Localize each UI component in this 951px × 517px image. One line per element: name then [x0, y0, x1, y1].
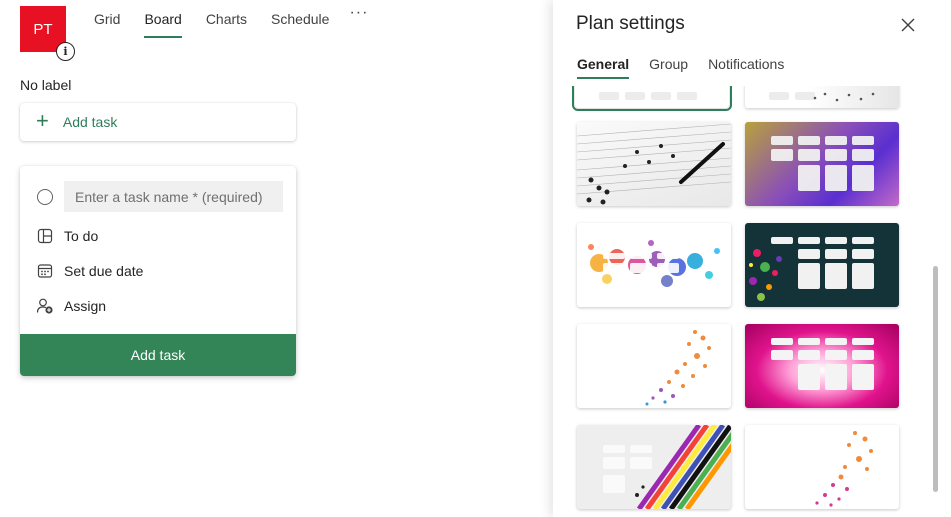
assign-label: Assign [64, 298, 107, 314]
submit-task-button[interactable]: Add task [20, 334, 296, 376]
background-magenta-glow[interactable] [745, 324, 899, 408]
bucket-icon [36, 227, 54, 245]
background-pink-orange-dots[interactable] [745, 425, 899, 509]
background-gallery[interactable] [553, 86, 939, 517]
due-date-label: Set due date [64, 263, 144, 279]
close-icon[interactable] [898, 15, 918, 35]
background-rainbow-splash[interactable] [577, 223, 731, 307]
panel-title: Plan settings [576, 13, 685, 34]
tab-notifications[interactable]: Notifications [708, 56, 784, 76]
bucket-selector[interactable]: To do [36, 227, 98, 245]
background-orange-dots[interactable] [577, 324, 731, 408]
tab-charts[interactable]: Charts [206, 11, 247, 38]
task-name-input[interactable] [64, 181, 283, 212]
calendar-icon [36, 262, 54, 280]
new-task-form: To do Set due date Assign Add task [20, 166, 296, 376]
person-add-icon [36, 297, 54, 315]
background-music-sheet[interactable] [577, 122, 731, 206]
add-task-label: Add task [62, 114, 118, 130]
board-area: PT i Grid Board Charts Schedule ··· No l… [0, 0, 553, 517]
tab-group[interactable]: Group [649, 56, 688, 76]
background-purple-gold[interactable] [745, 122, 899, 206]
avatar-initials: PT [33, 20, 53, 38]
plan-settings-panel: Plan settings General Group Notification… [553, 0, 951, 517]
info-icon[interactable]: i [56, 42, 75, 61]
due-date-button[interactable]: Set due date [36, 262, 143, 280]
gallery-scrollbar[interactable] [933, 266, 938, 492]
settings-tabs: General Group Notifications [577, 56, 804, 79]
view-tabs: Grid Board Charts Schedule ··· [94, 4, 368, 38]
tab-schedule[interactable]: Schedule [271, 11, 329, 38]
plus-icon: + [36, 107, 49, 133]
background-plain[interactable] [572, 86, 732, 111]
add-task-button[interactable]: + Add task [20, 103, 296, 141]
more-options-icon[interactable]: ··· [349, 4, 368, 22]
background-rainbow-stripes[interactable] [577, 425, 731, 509]
bucket-title[interactable]: No label [20, 77, 71, 93]
bucket-label: To do [64, 228, 99, 244]
assign-button[interactable]: Assign [36, 297, 106, 315]
complete-task-radio[interactable] [37, 189, 53, 205]
background-dots[interactable] [745, 86, 899, 108]
background-dark-teal-confetti[interactable] [745, 223, 899, 307]
tab-grid[interactable]: Grid [94, 11, 120, 38]
tab-general[interactable]: General [577, 56, 630, 79]
tab-board[interactable]: Board [144, 11, 183, 38]
